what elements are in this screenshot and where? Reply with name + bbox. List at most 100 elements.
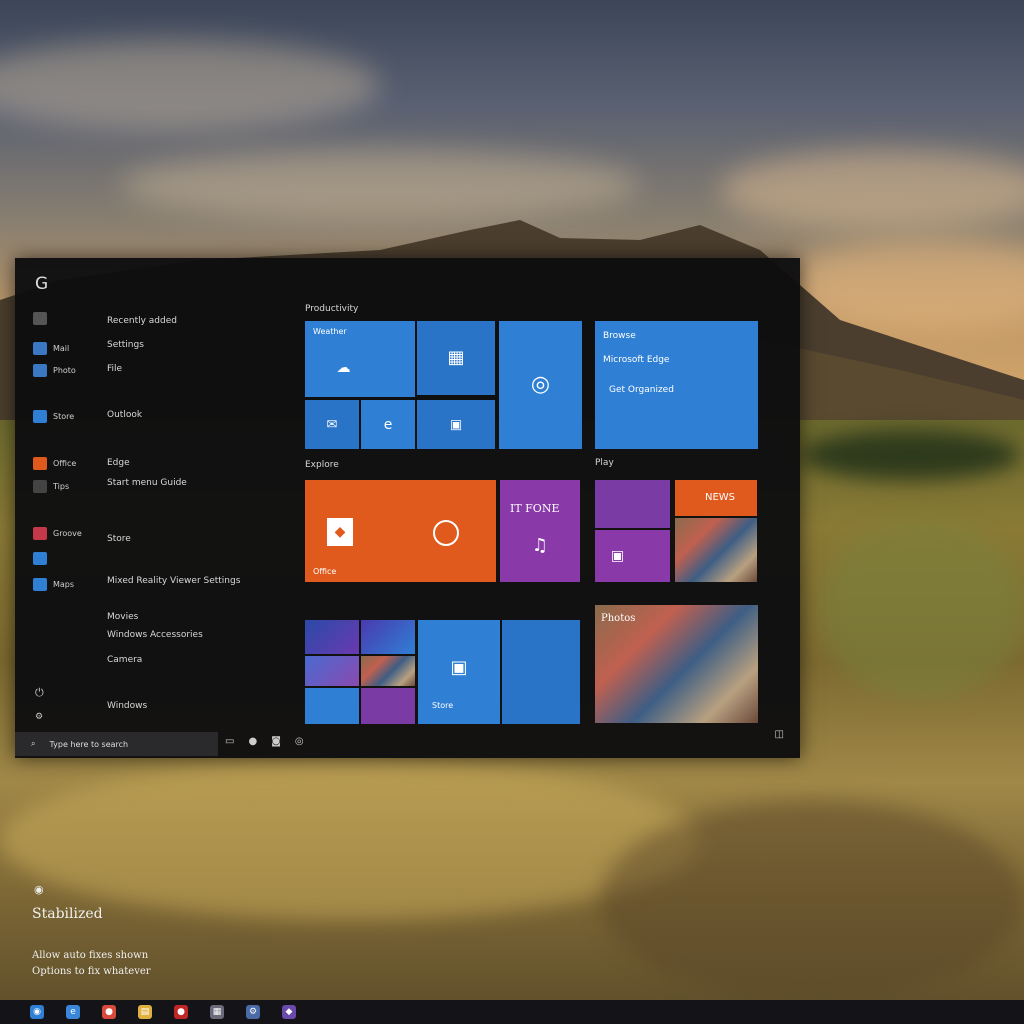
tile-label: Photos — [601, 613, 636, 624]
left-rail-item[interactable]: Store — [33, 406, 74, 426]
app-list-item[interactable]: Windows Accessories — [107, 630, 203, 640]
settings-taskbar-icon[interactable]: ⚙ — [246, 1005, 260, 1019]
left-rail-item[interactable]: Office — [33, 453, 76, 473]
left-rail-item[interactable]: Maps — [33, 574, 74, 594]
skype-icon: ◎ — [530, 372, 551, 397]
desktop-title: Stabilized — [32, 906, 103, 922]
app-taskbar-icon[interactable]: ◆ — [282, 1005, 296, 1019]
news-tile[interactable]: NEWS — [675, 480, 757, 516]
mini-tile-6[interactable] — [361, 688, 415, 724]
tile-label: Office — [313, 567, 337, 576]
task-view-icon[interactable]: ▭ — [225, 736, 234, 747]
mail-tile-icon: ✉ — [326, 417, 338, 432]
expand-icon[interactable]: ◫ — [775, 729, 784, 740]
app-list-item[interactable]: Movies — [107, 612, 138, 622]
edge-icon[interactable]: e — [66, 1005, 80, 1019]
mini-tile-4[interactable] — [361, 656, 415, 686]
left-rail-label: Maps — [53, 579, 75, 589]
start-bottom-icons: ▭ ● ◙ ◎ — [225, 736, 304, 747]
tile-subtitle: Microsoft Edge — [603, 355, 670, 365]
purple-tile[interactable]: IT FONE ♫ — [500, 480, 580, 582]
app-list-item[interactable]: Mixed Reality Viewer Settings — [107, 576, 240, 586]
app-list-item[interactable]: File — [107, 364, 122, 374]
chrome-icon[interactable]: ● — [102, 1005, 116, 1019]
weather-tile[interactable]: ☁ Weather — [305, 321, 415, 397]
group-label-productivity: Productivity — [305, 304, 359, 314]
calendar-icon: ▦ — [447, 347, 465, 368]
store-taskbar-icon[interactable]: ▦ — [210, 1005, 224, 1019]
power-icon[interactable]: ⏻ — [35, 686, 44, 700]
maps-icon — [33, 577, 47, 591]
mic-icon[interactable]: ● — [248, 736, 257, 747]
start-logo-icon: G — [35, 274, 49, 294]
cloud — [120, 150, 640, 220]
grass-shadow — [600, 800, 1024, 1000]
games-tile[interactable]: ▣ — [595, 530, 670, 582]
camera-icon[interactable]: ◙ — [271, 736, 281, 747]
store-tile[interactable]: ▣ Store — [418, 620, 500, 724]
settings-icon[interactable]: ⚙ — [35, 712, 43, 722]
photos-live-tile[interactable]: Photos — [595, 605, 758, 723]
tile-label: Store — [432, 701, 454, 710]
menu-icon — [33, 311, 47, 325]
left-rail-item[interactable] — [33, 548, 53, 568]
app-list-item[interactable]: Camera — [107, 655, 142, 665]
left-rail-item[interactable]: Groove — [33, 523, 82, 543]
groove-icon — [33, 526, 47, 540]
left-rail-label: Store — [53, 411, 75, 421]
app-list-item[interactable]: Settings — [107, 340, 144, 350]
app-list-item[interactable]: Windows — [107, 701, 147, 711]
left-rail-item[interactable]: Tips — [33, 476, 69, 496]
mail-icon — [33, 341, 47, 355]
group-label-play: Play — [595, 458, 614, 468]
left-rail-label: Mail — [53, 343, 70, 353]
start-search-bar[interactable]: ⌕ Type here to search — [15, 732, 218, 756]
mini-tile-1[interactable] — [305, 620, 359, 654]
search-text: Type here to search — [49, 739, 129, 749]
app-list-item[interactable]: Outlook — [107, 410, 142, 420]
left-rail-label: Tips — [53, 481, 70, 491]
photos-tile[interactable]: ▣ — [417, 400, 495, 449]
explorer-icon[interactable]: ▤ — [138, 1005, 152, 1019]
start-menu: G Mail Photo Store Office Tips Groove Maps Rec… — [15, 258, 800, 758]
browse-tile[interactable]: Browse Microsoft Edge Get Organized — [595, 321, 758, 449]
office-icon: ◆ — [327, 518, 353, 546]
app-list-item[interactable]: Store — [107, 534, 131, 544]
blue-tile-lower[interactable] — [502, 620, 580, 724]
app-list-item[interactable]: Edge — [107, 458, 130, 468]
mini-tile-2[interactable] — [361, 620, 415, 654]
tile-label: Weather — [313, 327, 347, 336]
office-icon — [33, 456, 47, 470]
cortana-icon[interactable]: ◎ — [295, 736, 304, 747]
store-icon — [33, 409, 47, 423]
desktop-info-icon: ◉ — [34, 883, 44, 896]
movies-icon — [33, 551, 47, 565]
tile-subtitle: Get Organized — [609, 385, 674, 395]
calendar-tile[interactable]: ▦ — [417, 321, 495, 395]
mail-tile[interactable]: ✉ — [305, 400, 359, 449]
app-list-item[interactable]: Start menu Guide — [107, 478, 187, 488]
mini-tile-5[interactable] — [305, 688, 359, 724]
left-rail-item[interactable]: Mail — [33, 338, 69, 358]
left-rail-item[interactable] — [33, 308, 53, 328]
skype-tile[interactable]: ◎ — [499, 321, 582, 449]
photo-live-tile[interactable] — [675, 518, 757, 582]
start-icon[interactable]: ◉ — [30, 1005, 44, 1019]
mini-tile-3[interactable] — [305, 656, 359, 686]
left-rail-item[interactable]: Photo — [33, 360, 76, 380]
grass-green — [820, 520, 1024, 700]
photos-icon — [33, 363, 47, 377]
cloud-icon: ☁ — [336, 360, 351, 377]
tile-title: Browse — [603, 331, 636, 341]
app-list-item[interactable]: Recently added — [107, 316, 177, 326]
left-rail-label: Office — [53, 458, 77, 468]
edge-tile[interactable]: e — [361, 400, 415, 449]
tile-label: NEWS — [705, 492, 736, 503]
grass-highlight — [0, 760, 700, 920]
media-icon[interactable]: ● — [174, 1005, 188, 1019]
tips-icon — [33, 479, 47, 493]
trees — [800, 430, 1020, 480]
office-tile[interactable]: ◆ Office — [305, 480, 496, 582]
desktop-line-2: Options to fix whatever — [32, 966, 151, 977]
purple-small-tile[interactable] — [595, 480, 670, 528]
